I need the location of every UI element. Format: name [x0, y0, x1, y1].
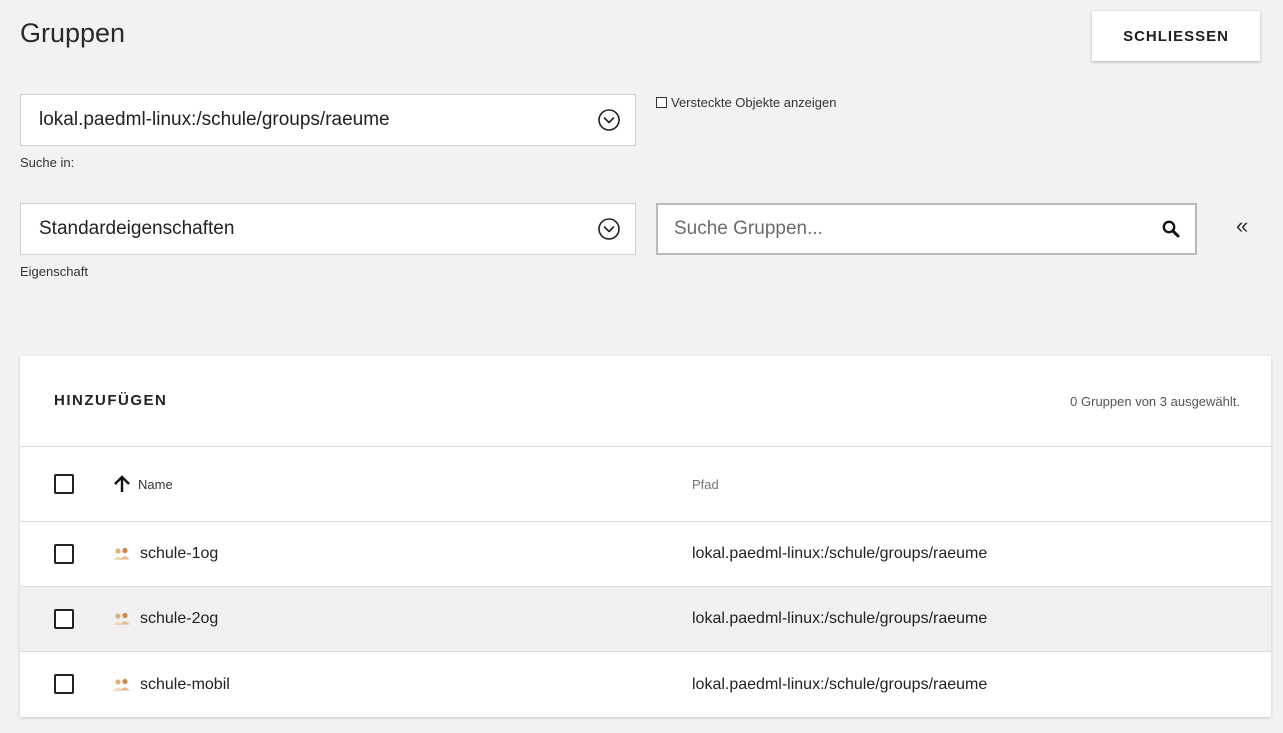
grid-header-row: Name Pfad	[20, 447, 1271, 522]
grid-toolbar: HINZUFÜGEN 0 Gruppen von 3 ausgewählt.	[20, 356, 1271, 447]
search-in-select[interactable]: lokal.paedml-linux:/schule/groups/raeume	[20, 94, 636, 146]
search-icon[interactable]	[1161, 219, 1181, 239]
row-path: lokal.paedml-linux:/schule/groups/raeume	[692, 610, 988, 627]
row-checkbox[interactable]	[54, 674, 74, 694]
property-label: Eigenschaft	[20, 264, 88, 279]
name-column-label: Name	[138, 476, 173, 492]
show-hidden-objects-checkbox[interactable]: Versteckte Objekte anzeigen	[656, 95, 837, 110]
row-name-cell: schule-1og	[112, 545, 218, 563]
group-icon	[113, 547, 130, 560]
group-icon	[113, 612, 130, 625]
chevron-down-circle-icon	[598, 218, 620, 240]
property-select[interactable]: Standardeigenschaften	[20, 203, 636, 255]
close-button[interactable]: SCHLIESSEN	[1092, 11, 1260, 61]
collapse-search-button[interactable]: «	[1236, 214, 1248, 238]
table-row[interactable]: schule-mobil lokal.paedml-linux:/schule/…	[20, 652, 1271, 717]
search-field	[656, 203, 1197, 255]
row-name-cell: schule-2og	[112, 610, 218, 628]
search-in-value: lokal.paedml-linux:/schule/groups/raeume	[39, 109, 390, 130]
row-checkbox[interactable]	[54, 544, 74, 564]
checkbox-box	[656, 97, 667, 108]
row-checkbox[interactable]	[54, 609, 74, 629]
row-name-cell: schule-mobil	[112, 676, 230, 694]
row-path: lokal.paedml-linux:/schule/groups/raeume	[692, 545, 988, 562]
search-in-label: Suche in:	[20, 155, 75, 170]
row-name: schule-mobil	[140, 675, 230, 693]
chevron-down-circle-icon	[598, 109, 620, 131]
path-column-header[interactable]: Pfad	[692, 477, 719, 492]
selection-status: 0 Gruppen von 3 ausgewählt.	[1070, 394, 1240, 409]
row-path: lokal.paedml-linux:/schule/groups/raeume	[692, 675, 988, 693]
groups-grid: HINZUFÜGEN 0 Gruppen von 3 ausgewählt. N…	[20, 356, 1271, 717]
table-row[interactable]: schule-2og lokal.paedml-linux:/schule/gr…	[20, 587, 1271, 652]
add-button[interactable]: HINZUFÜGEN	[54, 392, 167, 409]
arrow-up-icon	[114, 475, 130, 492]
property-value: Standardeigenschaften	[39, 218, 235, 239]
page-title: Gruppen	[20, 18, 126, 48]
name-column-header[interactable]: Name	[112, 474, 173, 494]
search-input[interactable]	[658, 217, 1136, 241]
table-row[interactable]: schule-1og lokal.paedml-linux:/schule/gr…	[20, 522, 1271, 587]
row-name: schule-2og	[140, 610, 219, 627]
group-icon	[113, 678, 130, 691]
show-hidden-objects-label: Versteckte Objekte anzeigen	[671, 95, 837, 110]
select-all-checkbox[interactable]	[54, 474, 74, 494]
row-name: schule-1og	[140, 545, 219, 562]
